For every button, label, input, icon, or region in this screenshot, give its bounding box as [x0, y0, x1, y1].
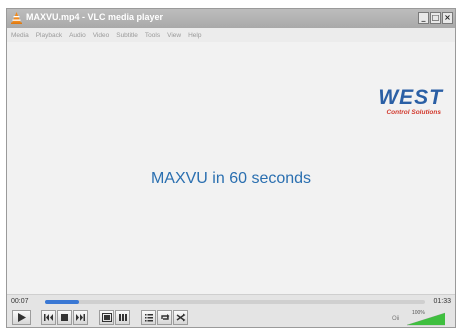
menu-subtitle[interactable]: Subtitle [116, 32, 138, 39]
next-button[interactable] [73, 310, 88, 325]
menu-video[interactable]: Video [93, 32, 110, 39]
close-button[interactable]: × [442, 12, 453, 24]
next-icon [76, 314, 85, 321]
video-area[interactable]: WEST Control Solutions MAXVU in 60 secon… [7, 42, 455, 294]
minimize-button[interactable]: _ [418, 12, 429, 24]
menu-tools[interactable]: Tools [145, 32, 160, 39]
time-total: 01:33 [433, 298, 451, 305]
menu-help[interactable]: Help [188, 32, 201, 39]
menu-playback[interactable]: Playback [36, 32, 62, 39]
previous-button[interactable] [41, 310, 56, 325]
time-elapsed: 00:07 [11, 298, 29, 305]
playlist-button[interactable] [141, 310, 156, 325]
previous-icon [44, 314, 53, 321]
vlc-window: MAXVU.mp4 - VLC media player _ □ × Media… [6, 8, 456, 328]
maximize-button[interactable]: □ [430, 12, 441, 24]
loop-icon [160, 314, 169, 320]
window-title: MAXVU.mp4 - VLC media player [26, 12, 164, 22]
extended-settings-icon [118, 314, 127, 321]
loop-button[interactable] [157, 310, 172, 325]
fullscreen-icon [101, 313, 112, 322]
mute-toggle[interactable]: Oii [392, 316, 399, 322]
vlc-cone-icon [11, 12, 22, 24]
shuffle-button[interactable] [173, 310, 188, 325]
seek-progress [45, 300, 80, 304]
stop-button[interactable] [57, 310, 72, 325]
title-bar[interactable]: MAXVU.mp4 - VLC media player _ □ × [7, 9, 455, 28]
fullscreen-button[interactable] [99, 310, 114, 325]
playlist-icon [144, 314, 153, 322]
west-logo: WEST [378, 86, 443, 109]
stop-icon [61, 314, 68, 321]
volume-slider[interactable] [407, 312, 445, 326]
extended-settings-button[interactable] [115, 310, 130, 325]
play-icon [18, 313, 26, 322]
control-bar: 00:07 01:33 Oii 100% [7, 294, 455, 327]
window-controls: _ □ × [418, 12, 453, 25]
seek-bar[interactable] [45, 300, 425, 304]
menu-view[interactable]: View [167, 32, 181, 39]
shuffle-icon [176, 313, 185, 322]
video-title-text: MAXVU in 60 seconds [150, 170, 312, 187]
play-button[interactable] [12, 310, 31, 325]
menu-media[interactable]: Media [11, 32, 29, 39]
west-logo-tagline: Control Solutions [386, 109, 441, 116]
menu-audio[interactable]: Audio [69, 32, 86, 39]
menu-bar: Media Playback Audio Video Subtitle Tool… [7, 28, 455, 42]
